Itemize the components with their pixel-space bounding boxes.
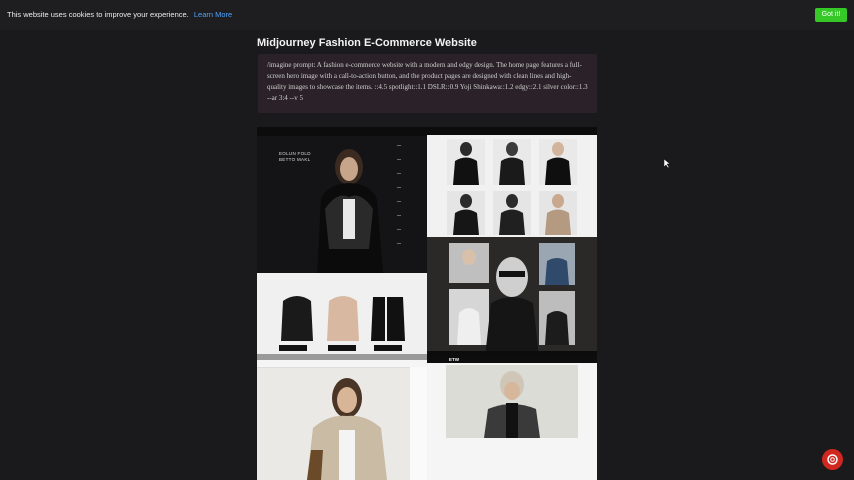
shop-button[interactable] — [279, 345, 307, 351]
image-tile-jackets[interactable] — [257, 273, 427, 360]
cookie-banner: This website uses cookies to improve you… — [0, 0, 854, 30]
prompt-text: /imagine prompt: A fashion e-commerce we… — [267, 61, 588, 102]
model-photo — [317, 149, 383, 273]
image-tile-etw[interactable]: ETW — [427, 357, 597, 480]
page-title: Midjourney Fashion E-Commerce Website — [257, 37, 477, 49]
image-tile-product-grid[interactable] — [427, 127, 597, 357]
learn-more-link[interactable]: Learn More — [194, 10, 232, 19]
got-it-button[interactable]: Got it! — [815, 8, 847, 22]
collage-photos — [449, 243, 575, 357]
prompt-box: /imagine prompt: A fashion e-commerce we… — [258, 54, 597, 113]
image-tile-hero[interactable]: EOLUN FOLD BETTO MAKL — [257, 127, 427, 273]
image-tile-coat[interactable] — [257, 360, 427, 480]
mock-nav-bar — [257, 360, 427, 368]
lifebuoy-icon[interactable] — [822, 449, 843, 470]
model-photo — [307, 378, 387, 480]
side-panel — [410, 367, 427, 480]
mock-nav-bar: ETW — [427, 357, 597, 363]
image-grid[interactable]: EOLUN FOLD BETTO MAKL ETW — [257, 127, 597, 480]
site-logo: ETW — [449, 357, 459, 362]
jacket-products — [281, 296, 405, 341]
cookie-message: This website uses cookies to improve you… — [7, 10, 232, 19]
product-thumbnails — [447, 139, 577, 235]
mock-nav-bar — [427, 127, 597, 135]
side-nav-dots — [397, 145, 401, 244]
mock-nav-bar — [257, 127, 427, 136]
mouse-cursor-icon — [664, 159, 670, 168]
shop-button[interactable] — [374, 345, 402, 351]
dark-collage-section — [427, 237, 597, 357]
cookie-message-text: This website uses cookies to improve you… — [7, 10, 189, 19]
shop-button[interactable] — [328, 345, 356, 351]
model-photo — [446, 365, 578, 438]
